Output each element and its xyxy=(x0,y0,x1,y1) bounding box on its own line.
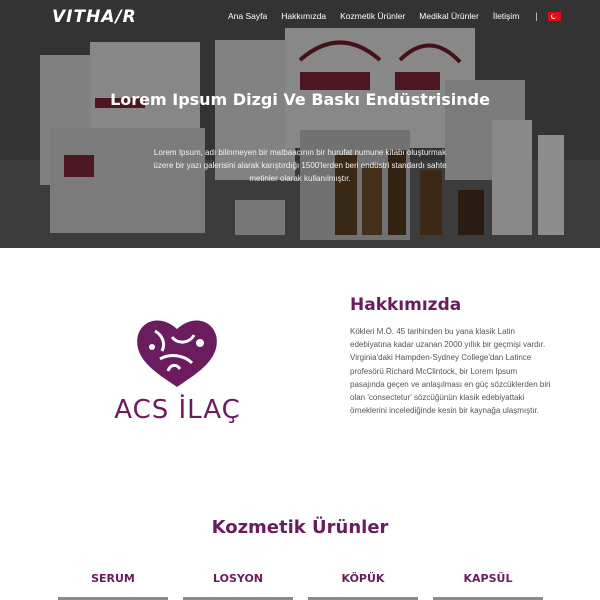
products-section-title: Kozmetik Ürünler xyxy=(211,517,389,538)
top-nav: VITHA/R Ana Sayfa Hakkımızda Kozmetik Ür… xyxy=(0,0,600,34)
nav-item-ana-sayfa[interactable]: Ana Sayfa xyxy=(228,11,267,21)
about-title: Hakkımızda xyxy=(350,295,462,315)
tr-flag-icon[interactable] xyxy=(547,11,561,21)
category-kopuk[interactable]: KÖPÜK xyxy=(308,572,418,585)
brand-logo[interactable]: VITHA/R xyxy=(52,7,137,27)
hero-banner: VITHA/R Ana Sayfa Hakkımızda Kozmetik Ür… xyxy=(0,0,600,248)
nav-item-kozmetik-urunler[interactable]: Kozmetik Ürünler xyxy=(340,11,405,21)
hero-overlay xyxy=(0,0,600,248)
nav-item-hakkimizda[interactable]: Hakkımızda xyxy=(281,11,326,21)
hero-title: Lorem Ipsum Dizgi Ve Baskı Endüstrisinde xyxy=(110,90,490,109)
nav-separator: | xyxy=(535,11,538,21)
category-losyon[interactable]: LOSYON xyxy=(183,572,293,585)
nav-item-iletisim[interactable]: İletişim xyxy=(493,11,519,21)
acs-ilac-logo-text: ACS İLAÇ xyxy=(114,395,241,425)
category-serum[interactable]: SERUM xyxy=(58,572,168,585)
hero-description: Lorem Ipsum, adı bilinmeyen bir matbaacı… xyxy=(153,148,447,183)
category-kapsul[interactable]: KAPSÜL xyxy=(433,572,543,585)
nav-item-medikal-urunler[interactable]: Medikal Ürünler xyxy=(419,11,479,21)
nav-menu: Ana Sayfa Hakkımızda Kozmetik Ürünler Me… xyxy=(228,11,561,21)
about-text: Kökleri M.Ö. 45 tarihinden bu yana klasi… xyxy=(350,327,551,416)
